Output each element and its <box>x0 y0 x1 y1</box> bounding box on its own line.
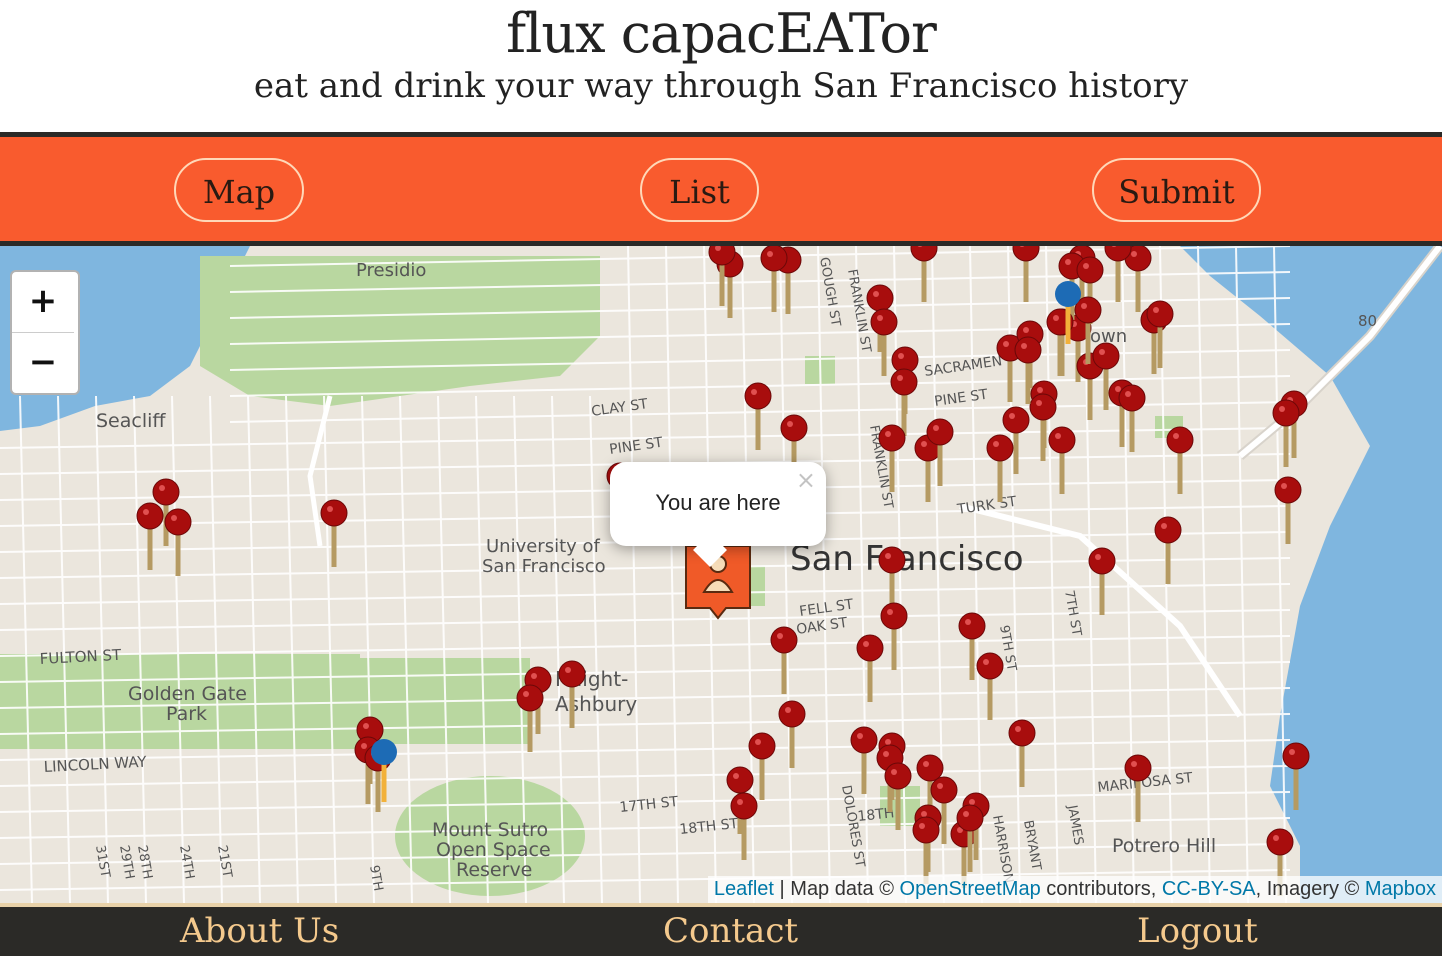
leaflet-link[interactable]: Leaflet <box>714 878 774 900</box>
mapbox-link[interactable]: Mapbox <box>1365 878 1436 900</box>
site-subtitle: eat and drink your way through San Franc… <box>253 66 1189 106</box>
map-label-sf: San Francisco <box>790 539 1024 579</box>
map-label-gg1: Golden Gate <box>128 683 247 705</box>
map-tiles: PresidioSeacliffCLAY STPINE STPINE STSAC… <box>0 246 1442 903</box>
map-label-gg2: Park <box>166 703 207 725</box>
logout-link[interactable]: Logout <box>1137 911 1258 951</box>
map-label-usf1: University of <box>486 536 601 557</box>
map-label-sutro3: Reserve <box>456 859 532 881</box>
map-label-seacliff: Seacliff <box>96 410 166 432</box>
osm-link[interactable]: OpenStreetMap <box>900 878 1041 900</box>
attribution-text: | Map data © <box>773 878 900 900</box>
map-label-usf2: San Francisco <box>482 556 606 577</box>
zoom-out-button[interactable]: − <box>12 333 74 393</box>
site-header: flux capacEATor eat and drink your way t… <box>0 0 1442 132</box>
map-view[interactable]: Presidio Seacliff CLAY ST PINE ST PINE ST SAC… <box>0 246 1442 903</box>
map-label-potrero: Potrero Hill <box>1112 835 1216 857</box>
site-footer: About Us Contact Logout <box>0 903 1442 956</box>
attribution-contributors: contributors, <box>1040 878 1162 900</box>
popup-text: You are here <box>655 490 781 515</box>
site-title: flux capacEATor <box>506 2 937 65</box>
map-attribution: Leaflet | Map data © OpenStreetMap contr… <box>707 876 1442 903</box>
map-label-haight2: Ashbury <box>555 692 637 716</box>
contact-link[interactable]: Contact <box>663 911 798 951</box>
zoom-in-button[interactable]: + <box>12 272 74 333</box>
map-label-presidio: Presidio <box>356 260 426 281</box>
license-link[interactable]: CC-BY-SA <box>1162 878 1256 900</box>
about-us-link[interactable]: About Us <box>180 911 339 951</box>
submit-button[interactable]: Submit <box>1092 158 1261 222</box>
list-button[interactable]: List <box>640 158 759 222</box>
main-nav: Map List Submit <box>0 132 1442 246</box>
map-label-i80: 80 <box>1358 312 1377 330</box>
map-label-sutro1: Mount Sutro <box>432 819 548 841</box>
map-button[interactable]: Map <box>174 158 304 222</box>
zoom-control: + − <box>10 270 80 395</box>
attribution-imagery: , Imagery © <box>1255 878 1365 900</box>
location-popup: You are here × <box>610 462 826 567</box>
map-label-sutro2: Open Space <box>436 839 551 861</box>
popup-close-button[interactable]: × <box>796 466 816 494</box>
